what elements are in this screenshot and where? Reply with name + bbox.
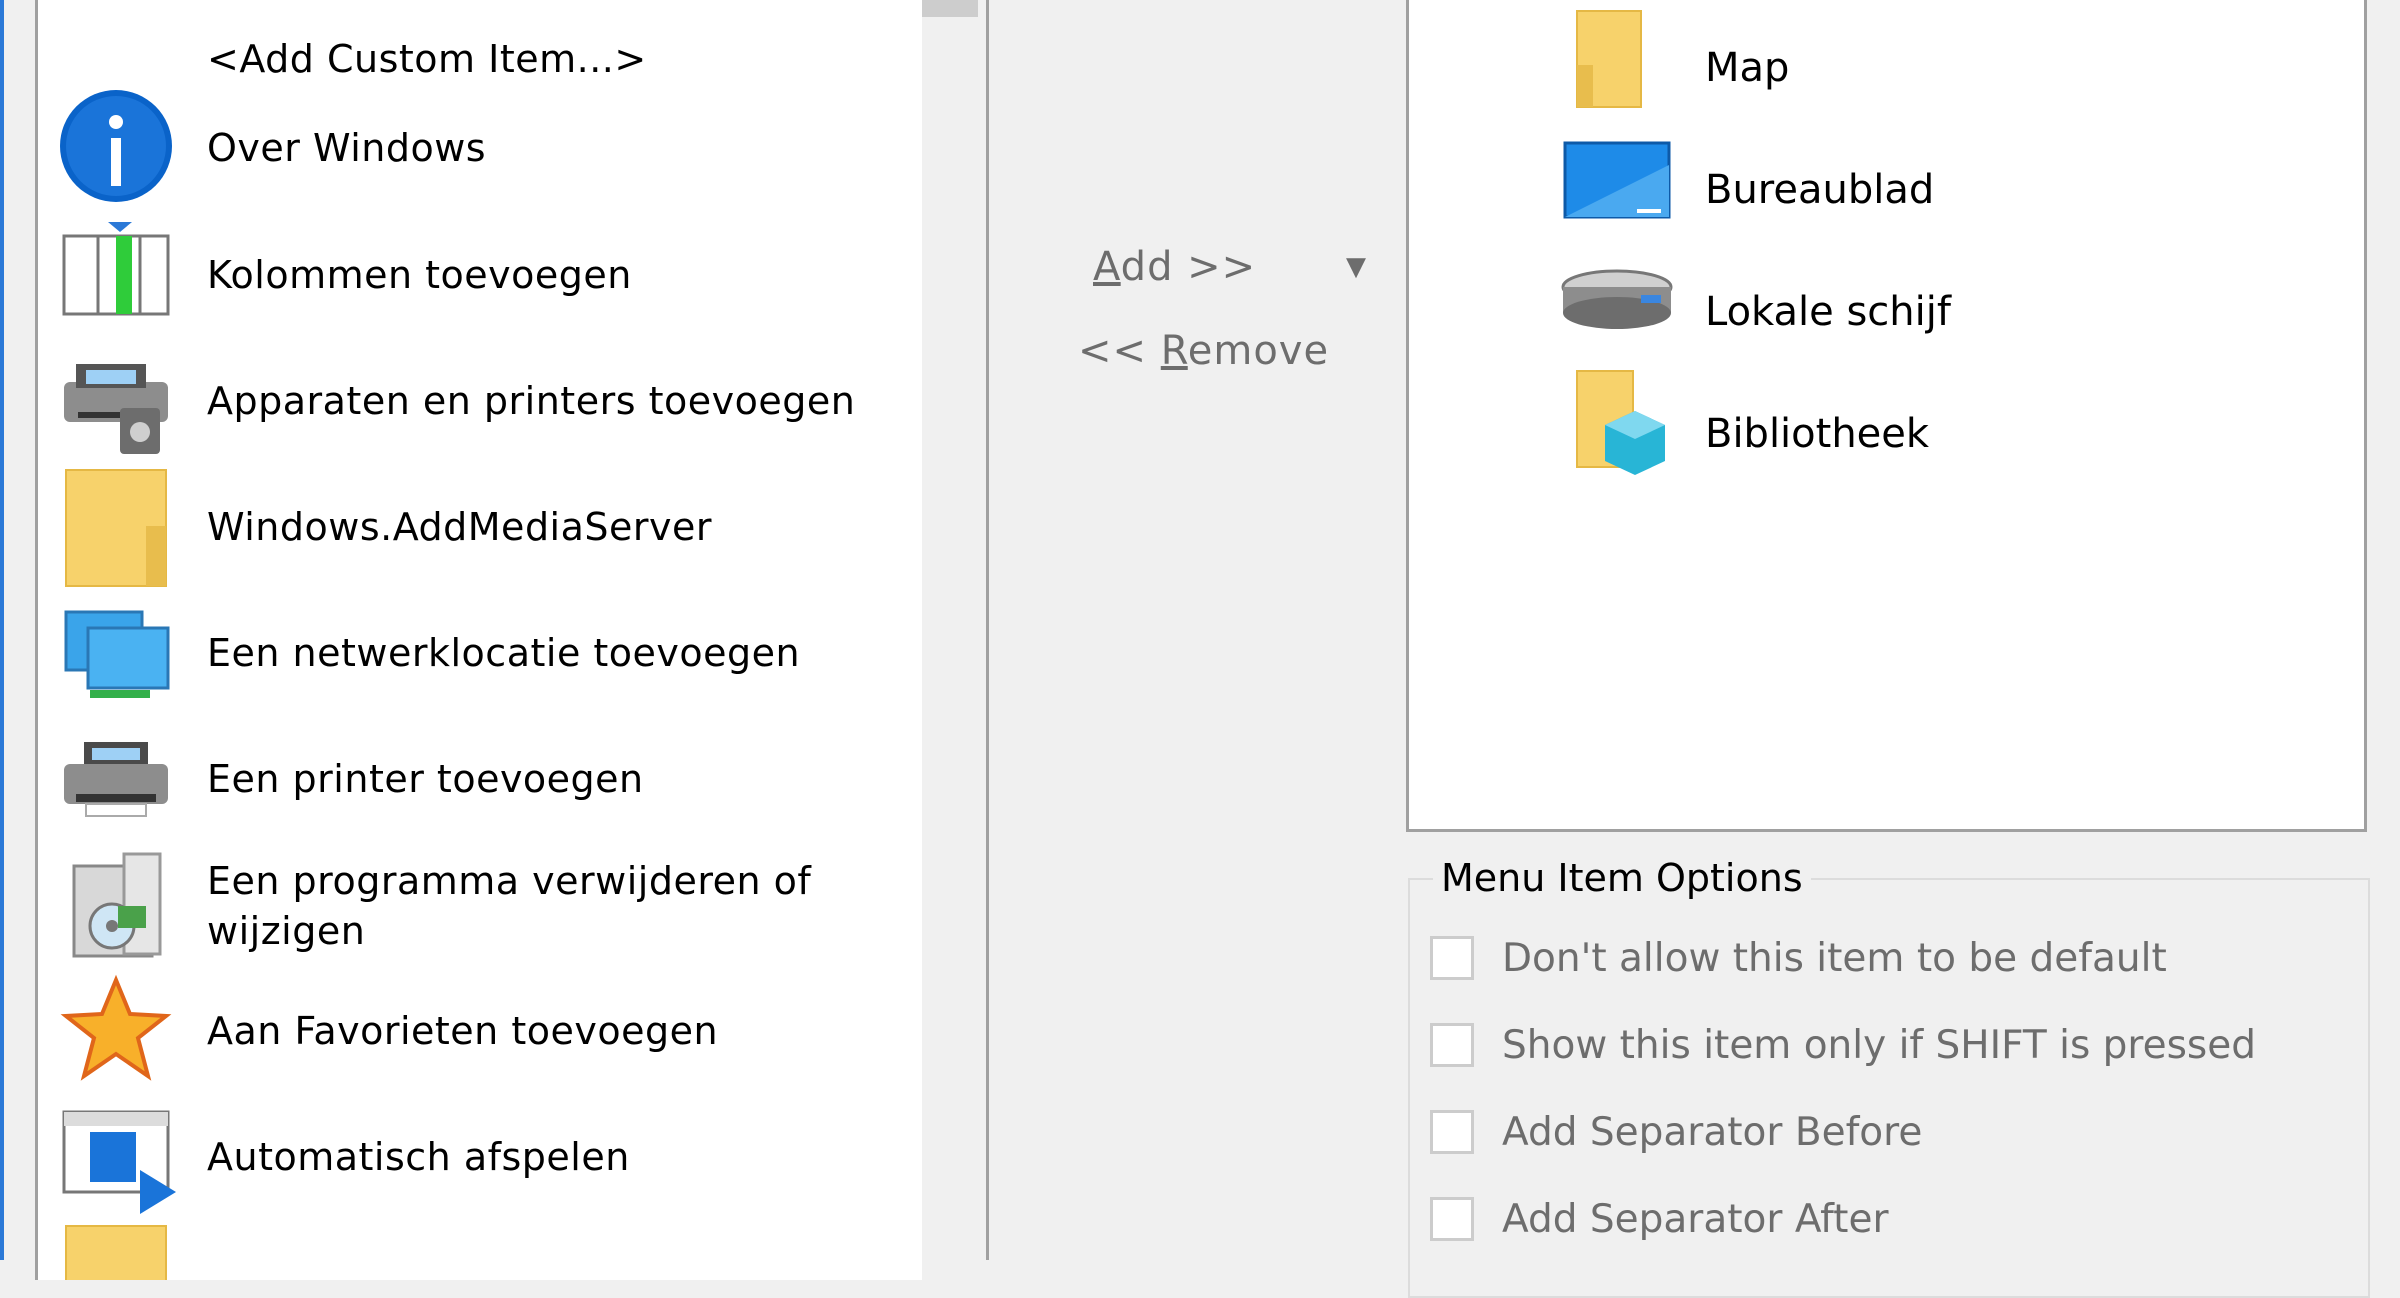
remove-mnemonic: R — [1160, 328, 1188, 374]
folder-icon — [65, 469, 167, 587]
group-title: Menu Item Options — [1433, 853, 1811, 903]
folder-icon — [65, 1225, 167, 1280]
menu-item-bureaublad[interactable]: Bureaublad — [1557, 125, 2157, 235]
list-item-label: Apparaten en printers toevoegen — [207, 379, 856, 423]
menu-item-bibliotheek[interactable]: Bibliotheek — [1557, 369, 2157, 479]
list-item-over-windows[interactable]: Over Windows — [60, 88, 910, 208]
menu-items-list[interactable]: Map Bureaublad Lokale schijf Bibliotheek — [1406, 0, 2367, 832]
library-icon — [1576, 370, 1665, 475]
vertical-scrollbar[interactable] — [922, 0, 984, 1260]
hard-drive-icon — [1561, 269, 1673, 329]
list-item-label: Aan Favorieten toevoegen — [207, 1009, 719, 1053]
menu-item-label: Bureaublad — [1705, 167, 1935, 213]
list-item-printer[interactable]: Een printer toevoegen — [60, 720, 910, 840]
list-item-label: <Add Custom Item...> — [207, 37, 647, 81]
option-label: Don't allow this item to be default — [1502, 936, 2167, 981]
panel-divider — [986, 0, 989, 1260]
list-item-addmediaserver[interactable]: Windows.AddMediaServer — [60, 468, 910, 588]
list-item-favorieten[interactable]: Aan Favorieten toevoegen — [60, 972, 910, 1092]
option-separator-after[interactable]: Add Separator After — [1430, 1195, 2330, 1245]
list-item-netwerklocatie[interactable]: Een netwerklocatie toevoegen — [60, 594, 910, 714]
option-label: Show this item only if SHIFT is pressed — [1502, 1023, 2256, 1068]
option-dont-allow-default[interactable]: Don't allow this item to be default — [1430, 934, 2330, 984]
checkbox[interactable] — [1430, 1197, 1474, 1241]
menu-item-label: Bibliotheek — [1705, 411, 1930, 457]
list-item-partial[interactable] — [60, 1224, 910, 1280]
list-item-label-line2: wijzigen — [207, 909, 366, 953]
add-button[interactable]: Add >> ▼ — [1093, 238, 1373, 296]
option-separator-before[interactable]: Add Separator Before — [1430, 1108, 2330, 1158]
menu-item-map[interactable]: Map — [1557, 3, 2157, 113]
remove-rest: emove — [1187, 328, 1330, 374]
printer-icon — [64, 742, 168, 817]
list-item-label: Automatisch afspelen — [207, 1135, 630, 1179]
list-item-apparaten-printers[interactable]: Apparaten en printers toevoegen — [60, 342, 910, 462]
autoplay-icon — [62, 1110, 176, 1214]
checkbox[interactable] — [1430, 1110, 1474, 1154]
menu-item-label: Lokale schijf — [1705, 289, 1951, 335]
menu-item-label: Map — [1705, 45, 1790, 91]
star-icon — [60, 974, 172, 1081]
available-items-list[interactable]: <Add Custom Item...> Over Windows Kolomm… — [35, 0, 922, 1280]
list-item-automatisch-afspelen[interactable]: Automatisch afspelen — [60, 1098, 910, 1218]
checkbox[interactable] — [1430, 936, 1474, 980]
list-item-label: Kolommen toevoegen — [207, 253, 632, 297]
list-item-programma-verwijderen[interactable]: Een programma verwijderen of wijzigen — [60, 846, 910, 966]
add-rest: dd >> — [1120, 244, 1257, 290]
list-item-label: Een printer toevoegen — [207, 757, 644, 801]
list-item-kolommen[interactable]: Kolommen toevoegen — [60, 216, 910, 336]
option-shift-only[interactable]: Show this item only if SHIFT is pressed — [1430, 1021, 2330, 1071]
add-mnemonic: A — [1093, 244, 1121, 290]
desktop-icon — [1563, 141, 1671, 219]
devices-printers-icon — [64, 364, 168, 454]
network-location-icon — [64, 610, 170, 698]
list-item-label: Over Windows — [207, 126, 487, 170]
columns-icon — [62, 222, 170, 316]
option-label: Add Separator After — [1502, 1197, 1889, 1242]
list-item-label: Een netwerklocatie toevoegen — [207, 631, 801, 675]
list-item-label: Een programma verwijderen of — [207, 859, 812, 903]
folder-icon — [1576, 10, 1642, 108]
list-item-label: Windows.AddMediaServer — [207, 505, 713, 549]
menu-item-lokale-schijf[interactable]: Lokale schijf — [1557, 247, 2157, 357]
remove-prefix: << — [1078, 328, 1161, 374]
dropdown-caret-icon[interactable]: ▼ — [1346, 238, 1367, 296]
remove-button[interactable]: << Remove — [1078, 322, 1338, 380]
checkbox[interactable] — [1430, 1023, 1474, 1067]
option-label: Add Separator Before — [1502, 1110, 1923, 1155]
uninstall-program-icon — [72, 852, 162, 958]
window-edge-accent — [0, 0, 4, 1260]
info-icon — [60, 90, 172, 202]
scrollbar-thumb[interactable] — [922, 0, 978, 17]
